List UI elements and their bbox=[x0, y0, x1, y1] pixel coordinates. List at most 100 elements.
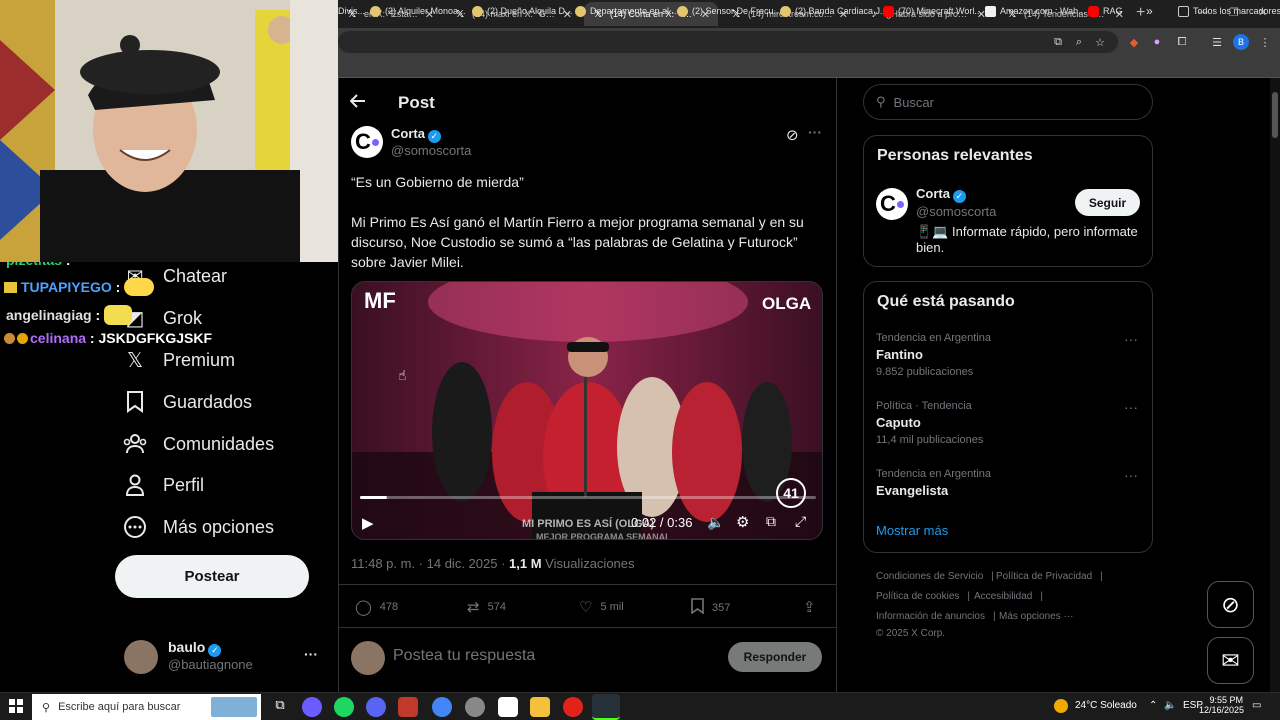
bookmark-item[interactable]: (2) Alquiler Monoa... bbox=[370, 3, 466, 19]
tray-chevron-icon[interactable]: ⌃ bbox=[1149, 700, 1157, 711]
volume-icon[interactable]: 🔈 bbox=[707, 514, 724, 531]
sidebar-item-more-options[interactable]: Más opciones bbox=[123, 512, 274, 542]
reply-button[interactable]: Responder bbox=[728, 642, 822, 672]
install-app-icon[interactable]: ⧉ bbox=[1050, 34, 1066, 50]
taskbar-search-input[interactable]: ⚲ Escribe aquí para buscar bbox=[32, 694, 261, 720]
author-avatar[interactable]: C bbox=[351, 126, 383, 158]
fullscreen-icon[interactable]: ⤢ bbox=[795, 513, 806, 530]
app-icon[interactable] bbox=[398, 697, 418, 717]
bookmark-item[interactable]: Divis... bbox=[338, 3, 365, 19]
like-action[interactable]: ♡ 5 mil bbox=[579, 598, 624, 616]
extensions-puzzle-icon[interactable]: ⧠ bbox=[1174, 34, 1190, 50]
emote-icon bbox=[124, 278, 155, 296]
opera-icon[interactable] bbox=[563, 697, 583, 717]
footer-link[interactable]: Accesibilidad | bbox=[974, 591, 1043, 602]
scrollbar-thumb[interactable] bbox=[1272, 92, 1278, 138]
author-handle[interactable]: @somoscorta bbox=[391, 143, 471, 158]
video-player[interactable]: MF OLGA MI PRIMO ES ASÍ (OLGA) MEJOR PRO… bbox=[351, 281, 823, 540]
play-icon[interactable]: ▶ bbox=[362, 514, 374, 532]
sidebar-item-grok[interactable]: ◩ Grok bbox=[123, 303, 202, 333]
footer-link[interactable]: Política de Privacidad | bbox=[996, 571, 1103, 582]
file-explorer-icon[interactable] bbox=[530, 697, 550, 717]
author-name[interactable]: Corta bbox=[391, 126, 425, 141]
crown-badge-icon bbox=[4, 282, 17, 293]
star-bookmark-icon[interactable]: ☆ bbox=[1092, 34, 1108, 50]
bookmark-action[interactable]: 357 bbox=[691, 598, 730, 618]
bookmark-all-folder[interactable]: Todos los marcadores bbox=[1178, 3, 1280, 19]
spotify-icon[interactable] bbox=[334, 697, 354, 717]
trend-count: 11,4 mil publicaciones bbox=[876, 434, 984, 446]
clock[interactable]: 9:55 PM 12/16/2025 bbox=[1199, 695, 1244, 715]
relevant-name[interactable]: Corta bbox=[916, 186, 950, 201]
app-icon[interactable] bbox=[498, 697, 518, 717]
picture-in-picture-icon[interactable]: ⧉ bbox=[766, 513, 776, 530]
kick-icon[interactable] bbox=[592, 694, 620, 720]
bookmark-item[interactable]: (70) Minecraft Worl... bbox=[883, 3, 982, 19]
post-button[interactable]: Postear bbox=[115, 555, 309, 598]
extension-icon[interactable]: ● bbox=[1149, 34, 1165, 50]
account-switcher[interactable]: baulo ✓ @bautiagnone ··· bbox=[124, 638, 324, 678]
windows-start-icon[interactable] bbox=[9, 699, 23, 713]
scrollbar[interactable] bbox=[1270, 78, 1280, 692]
trend-name[interactable]: Caputo bbox=[876, 415, 921, 430]
trend-more-icon[interactable]: ··· bbox=[1124, 467, 1138, 483]
sidebar-item-profile[interactable]: Perfil bbox=[123, 470, 204, 500]
webcam-feed-image bbox=[0, 0, 338, 262]
weather-text[interactable]: 24°C Soleado bbox=[1075, 700, 1137, 711]
media-controls-icon[interactable]: ☰ bbox=[1209, 34, 1225, 50]
relevant-handle: @somoscorta bbox=[916, 204, 997, 219]
trend-context: Política · Tendencia bbox=[876, 400, 972, 412]
task-view-icon[interactable]: ⧉ bbox=[270, 697, 290, 717]
reply-bubble-icon: ◯ bbox=[355, 599, 372, 616]
trend-name[interactable]: Evangelista bbox=[876, 483, 948, 498]
notifications-icon[interactable]: ▭ bbox=[1252, 700, 1261, 711]
more-options-icon bbox=[123, 515, 147, 539]
verified-badge-icon: ✓ bbox=[427, 130, 441, 143]
footer-more-link[interactable]: Más opciones ··· bbox=[999, 611, 1073, 622]
show-more-link[interactable]: Mostrar más bbox=[876, 523, 948, 538]
profile-avatar-icon[interactable]: B bbox=[1233, 34, 1249, 50]
footer-link[interactable]: Condiciones de Servicio | bbox=[876, 571, 994, 582]
trend-more-icon[interactable]: ··· bbox=[1124, 399, 1138, 415]
url-omnibox[interactable] bbox=[338, 31, 1118, 53]
footer-link[interactable]: Información de anuncios | bbox=[876, 611, 996, 622]
grok-fab-icon[interactable]: ⊘ bbox=[1207, 581, 1254, 628]
bookmarks-overflow-icon[interactable]: » bbox=[1146, 3, 1153, 19]
trend-more-icon[interactable]: ··· bbox=[1124, 331, 1138, 347]
sidebar-item-bookmarks[interactable]: Guardados bbox=[123, 387, 252, 417]
bookmark-item[interactable]: (2) Banda Cardiaca J... bbox=[780, 3, 888, 19]
video-progress-track[interactable] bbox=[360, 496, 816, 499]
reply-action[interactable]: ◯ 478 bbox=[355, 598, 398, 616]
bookmark-item[interactable]: RAG bbox=[1088, 3, 1123, 19]
trend-name[interactable]: Fantino bbox=[876, 347, 923, 362]
discord-icon[interactable] bbox=[366, 697, 386, 717]
new-tab-plus-icon[interactable]: + bbox=[1136, 4, 1145, 22]
volume-icon[interactable]: 🔈 bbox=[1164, 700, 1176, 711]
card-title: Qué está pasando bbox=[877, 293, 1015, 310]
obs-icon[interactable] bbox=[465, 697, 485, 717]
chrome-icon[interactable] bbox=[432, 697, 452, 717]
follow-button[interactable]: Seguir bbox=[1075, 189, 1140, 216]
extension-icon[interactable]: ◆ bbox=[1126, 34, 1142, 50]
bookmark-item[interactable]: (2) Dueño Alquila D... bbox=[472, 3, 573, 19]
search-input[interactable]: ⚲ Buscar bbox=[863, 84, 1153, 120]
settings-gear-icon[interactable]: ⚙ bbox=[736, 513, 749, 531]
bookmark-item[interactable]: Amazon.com : Wah... bbox=[985, 3, 1086, 19]
copilot-icon[interactable] bbox=[302, 697, 322, 717]
kebab-menu-icon[interactable]: ⋮ bbox=[1257, 34, 1273, 50]
sidebar-item-premium[interactable]: 𝕏 Premium bbox=[123, 345, 235, 375]
messages-fab-icon[interactable]: ✉ bbox=[1207, 637, 1254, 684]
bookmark-icon bbox=[123, 390, 147, 414]
bookmark-item[interactable]: Departamento en al... bbox=[575, 3, 677, 19]
repost-action[interactable]: ⇄ 574 bbox=[467, 598, 506, 616]
back-arrow-icon[interactable] bbox=[349, 92, 366, 113]
reply-input[interactable]: Postea tu respuesta bbox=[393, 647, 535, 665]
bookmark-item[interactable]: (2) Sensor De Frecu... bbox=[677, 3, 781, 19]
post-more-icon[interactable]: ··· bbox=[808, 124, 822, 140]
zoom-icon[interactable]: ⌕ bbox=[1071, 34, 1087, 50]
relevant-avatar[interactable]: C bbox=[876, 188, 908, 220]
share-action[interactable]: ⇪ bbox=[803, 598, 824, 616]
sidebar-item-communities[interactable]: Comunidades bbox=[123, 429, 274, 459]
grok-explain-icon[interactable]: ⊘ bbox=[786, 126, 799, 144]
footer-link[interactable]: Política de cookies | bbox=[876, 591, 970, 602]
